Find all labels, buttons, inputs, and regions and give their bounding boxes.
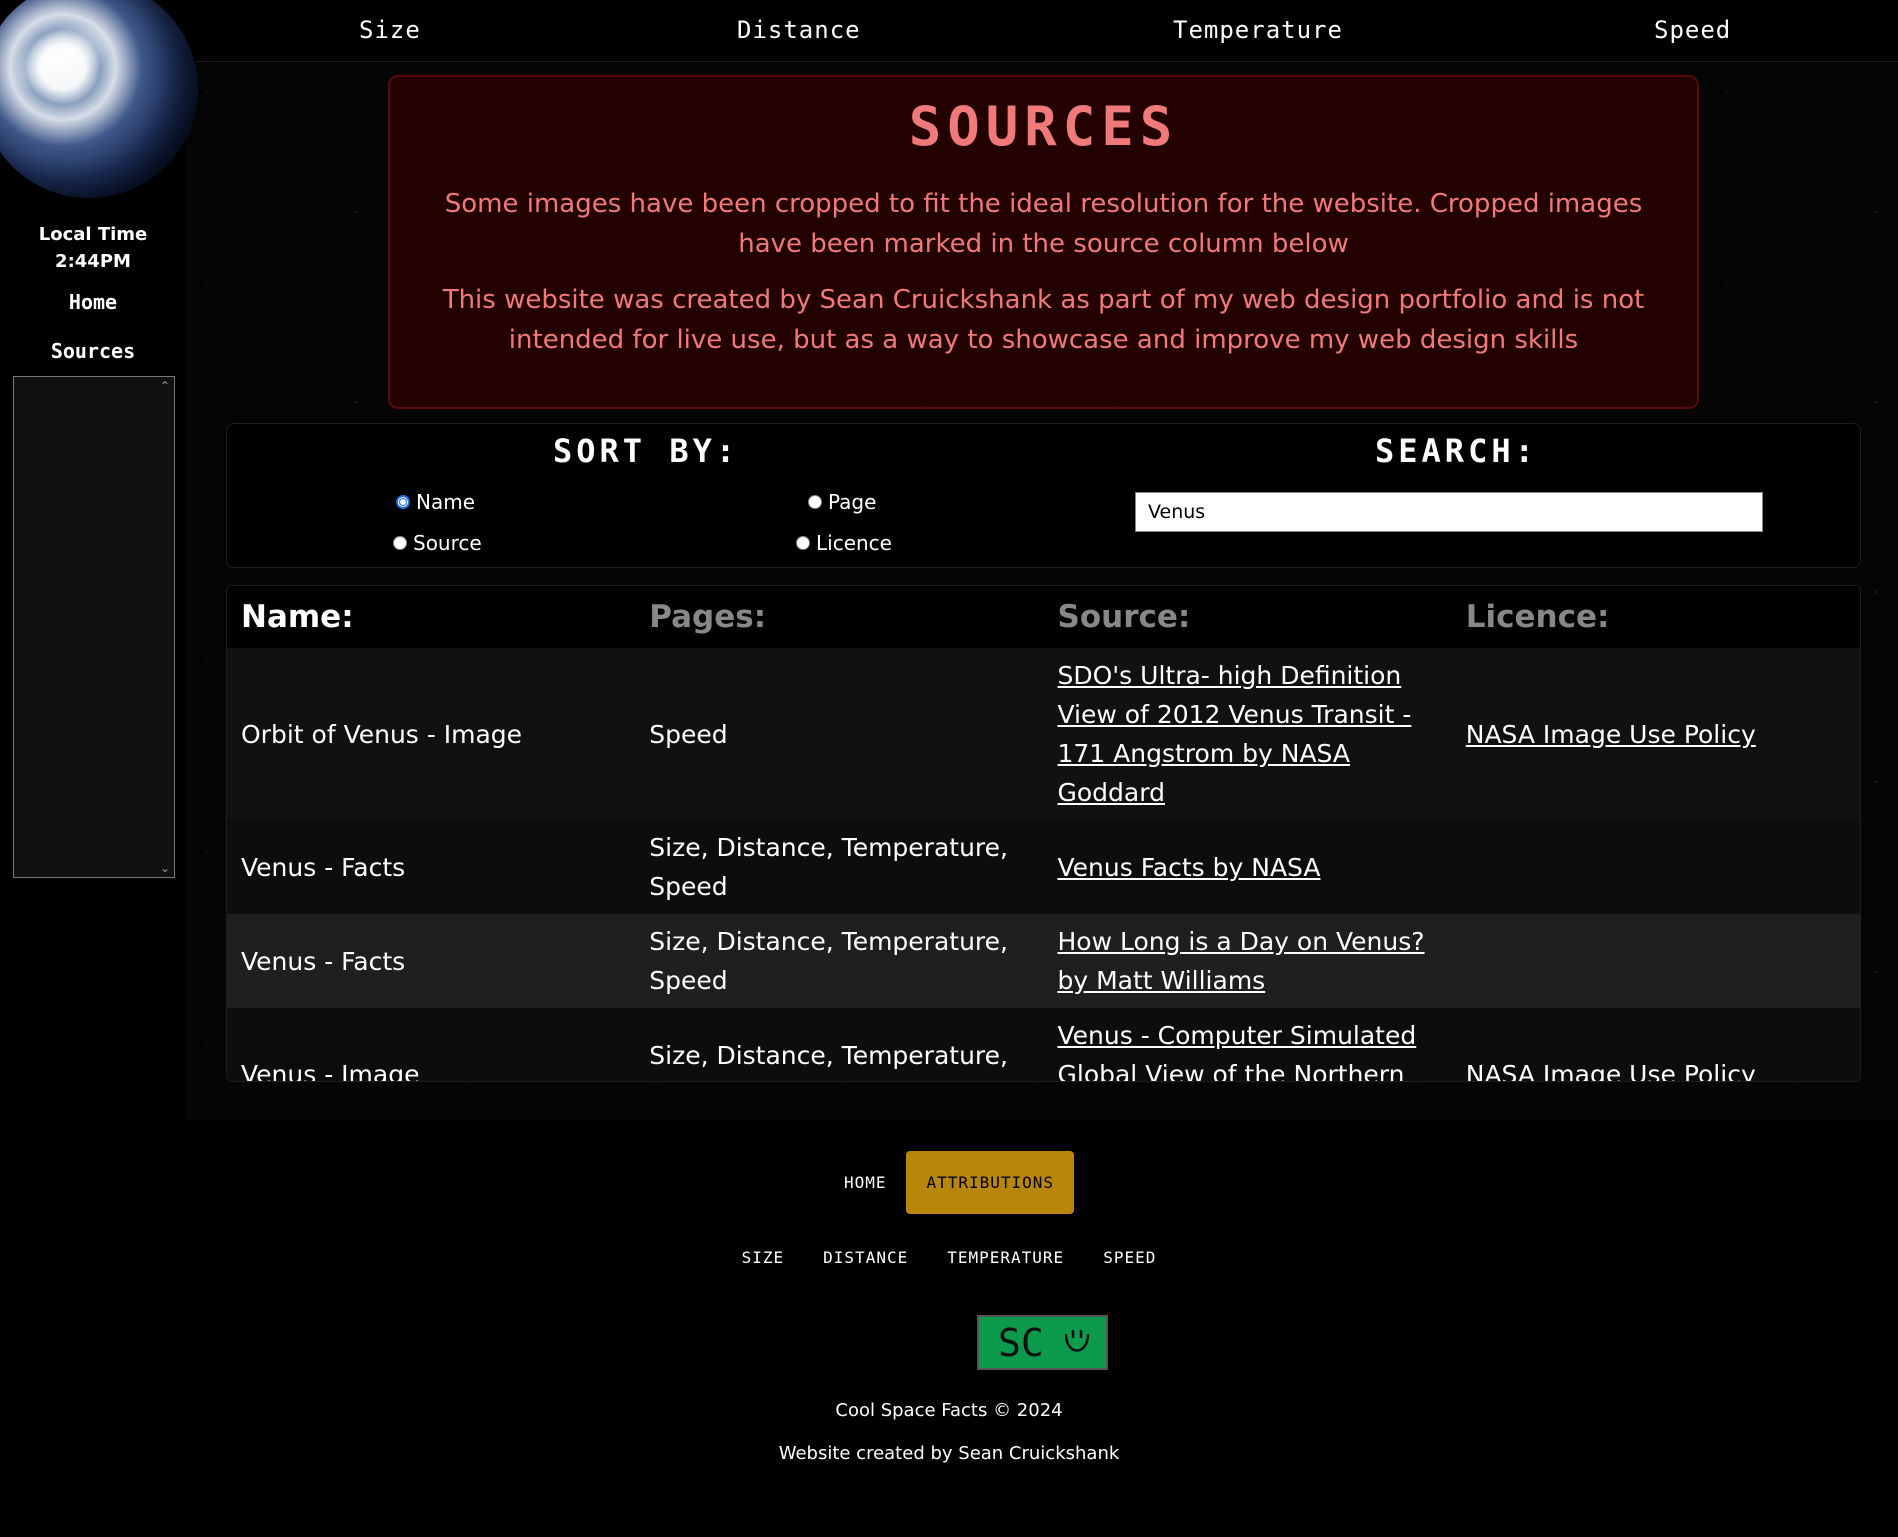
earth-image (0, 0, 198, 198)
sidebar-scroll-box[interactable]: ⌃ ⌄ (13, 376, 175, 878)
cell-pages: Speed (635, 648, 1044, 820)
cell-name: Venus - Facts (227, 914, 636, 1008)
radio-icon[interactable] (393, 536, 407, 550)
cell-name: Venus - Facts (227, 820, 636, 914)
source-link[interactable]: Venus - Computer Simulated Global View o… (1058, 1021, 1417, 1081)
sort-by-heading: SORT BY: (553, 432, 740, 470)
cell-licence: NASA Image Use Policy (1451, 648, 1860, 820)
top-nav: Size Distance Temperature Speed (196, 0, 1898, 62)
sort-radio-name[interactable]: Name (396, 490, 475, 514)
source-link[interactable]: How Long is a Day on Venus? by Matt Will… (1058, 927, 1425, 995)
sidebar-link-sources[interactable]: Sources (0, 339, 186, 363)
cell-source: How Long is a Day on Venus? by Matt Will… (1043, 914, 1452, 1008)
top-nav-distance[interactable]: Distance (737, 16, 861, 44)
local-time-label: Local Time (38, 224, 148, 245)
cell-source: Venus Facts by NASA (1043, 820, 1452, 914)
table-row: Venus - Facts Size, Distance, Temperatur… (227, 914, 1860, 1008)
source-link[interactable]: SDO's Ultra- high Definition View of 201… (1058, 661, 1412, 807)
radio-icon[interactable] (796, 536, 810, 550)
table-row: Venus - Image Size, Distance, Temperatur… (227, 1008, 1860, 1081)
header-name[interactable]: Name: (227, 586, 636, 648)
sort-radio-source[interactable]: Source (393, 531, 482, 555)
scroll-up-icon[interactable]: ⌃ (160, 379, 170, 393)
footer-link-distance[interactable]: DISTANCE (823, 1248, 908, 1267)
footer-primary-nav: HOME ATTRIBUTIONS (0, 1151, 1898, 1214)
table-header-row: Name: Pages: Source: Licence: (227, 586, 1860, 648)
cell-pages: Size, Distance, Temperature, Speed (635, 1008, 1044, 1081)
sources-note-cropped: Some images have been cropped to fit the… (444, 189, 1643, 259)
local-time-value: 2:44PM (55, 251, 131, 272)
copyright-text: Cool Space Facts © 2024 (835, 1400, 1063, 1421)
radio-checked-icon[interactable] (396, 495, 410, 509)
search-heading: SEARCH: (1375, 432, 1538, 470)
licence-link[interactable]: NASA Image Use Policy (1466, 1060, 1756, 1081)
radio-icon[interactable] (808, 495, 822, 509)
footer-link-temperature[interactable]: TEMPERATURE (947, 1248, 1064, 1267)
cell-licence: NASA Image Use Policy (1451, 1008, 1860, 1081)
header-pages[interactable]: Pages: (635, 586, 1044, 648)
header-source[interactable]: Source: (1043, 586, 1452, 648)
creator-text: Website created by Sean Cruickshank (778, 1443, 1120, 1464)
sort-search-panel: SORT BY: SEARCH: Name Page Source Licenc… (226, 423, 1861, 568)
footer-link-speed[interactable]: SPEED (1103, 1248, 1156, 1267)
top-nav-size[interactable]: Size (359, 16, 421, 44)
sources-panel: SOURCES Some images have been cropped to… (388, 75, 1699, 409)
radio-label: Name (416, 490, 476, 514)
footer-home-button[interactable]: HOME (824, 1151, 907, 1214)
cell-pages: Size, Distance, Temperature, Speed (635, 820, 1044, 914)
cell-source: SDO's Ultra- high Definition View of 201… (1043, 648, 1452, 820)
sidebar: Local Time 2:44PM Home Sources ⌃ ⌄ (0, 0, 198, 1120)
logo-sc-smiley-icon: SC (998, 1321, 1089, 1365)
cell-name: Venus - Image (227, 1008, 636, 1081)
sort-radio-licence[interactable]: Licence (796, 531, 892, 555)
table-row: Orbit of Venus - Image Speed SDO's Ultra… (227, 648, 1860, 820)
cell-licence (1451, 914, 1860, 1008)
licence-link[interactable]: NASA Image Use Policy (1466, 720, 1756, 749)
sidebar-link-home[interactable]: Home (0, 290, 186, 314)
page-title: SOURCES (908, 95, 1179, 158)
table-row: Venus - Facts Size, Distance, Temperatur… (227, 820, 1860, 914)
sort-radio-page[interactable]: Page (808, 490, 876, 514)
radio-label: Licence (816, 531, 892, 555)
footer-secondary-nav: SIZE DISTANCE TEMPERATURE SPEED (0, 1248, 1898, 1267)
cell-pages: Size, Distance, Temperature, Speed (635, 914, 1044, 1008)
cell-name: Orbit of Venus - Image (227, 648, 636, 820)
search-input[interactable] (1135, 492, 1763, 532)
sources-table: Name: Pages: Source: Licence: Orbit of V… (226, 585, 1861, 1082)
cell-licence (1451, 820, 1860, 914)
footer-link-size[interactable]: SIZE (742, 1248, 785, 1267)
header-licence[interactable]: Licence: (1451, 586, 1860, 648)
top-nav-speed[interactable]: Speed (1654, 16, 1731, 44)
sources-note-portfolio: This website was created by Sean Cruicks… (442, 285, 1645, 355)
radio-label: Page (828, 490, 877, 514)
scroll-down-icon[interactable]: ⌄ (160, 861, 170, 875)
source-link[interactable]: Venus Facts by NASA (1058, 853, 1321, 882)
top-nav-temperature[interactable]: Temperature (1173, 16, 1343, 44)
radio-label: Source (413, 531, 482, 555)
svg-text:SC: SC (998, 1321, 1044, 1365)
site-logo[interactable]: SC (977, 1315, 1108, 1370)
cell-source: Venus - Computer Simulated Global View o… (1043, 1008, 1452, 1081)
footer-attributions-button[interactable]: ATTRIBUTIONS (906, 1151, 1075, 1214)
